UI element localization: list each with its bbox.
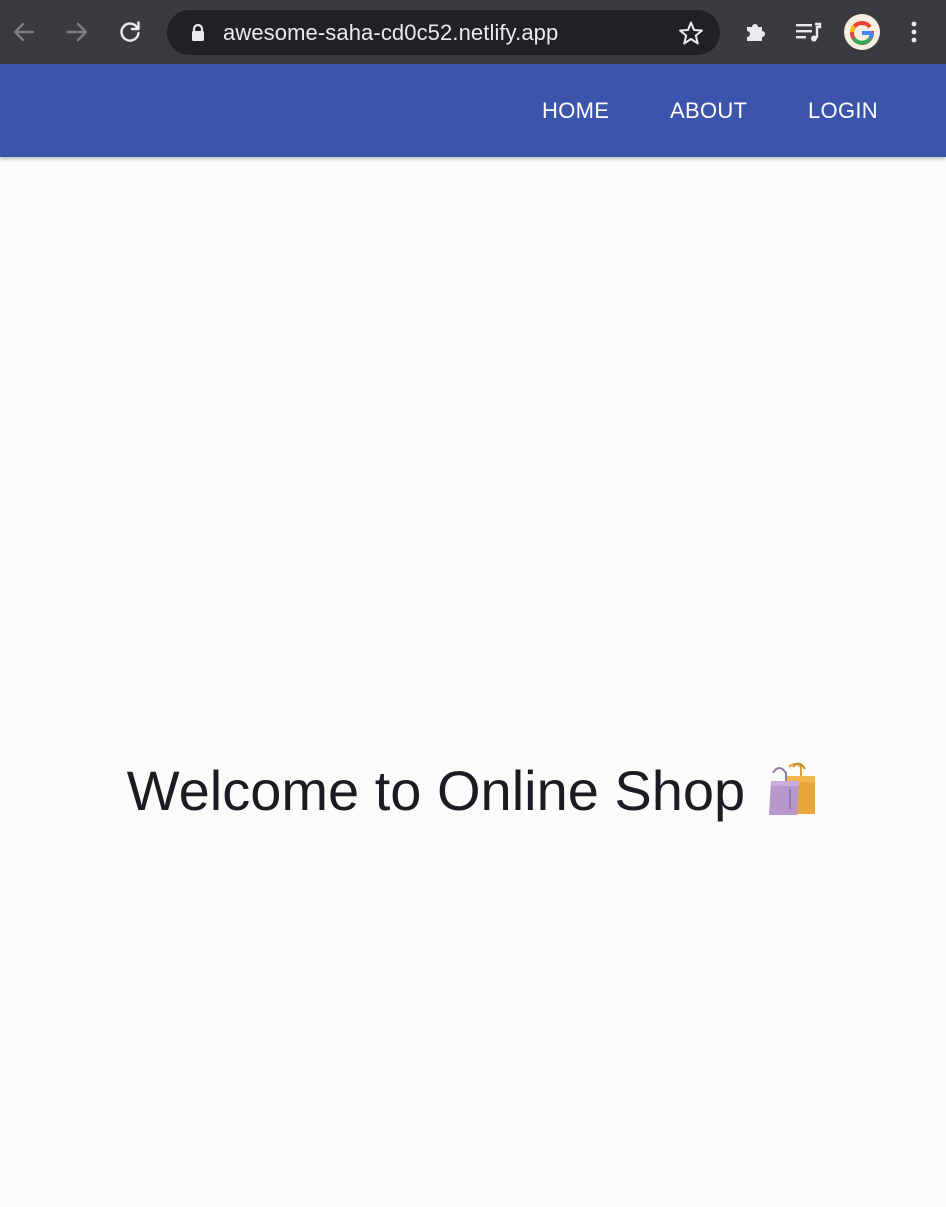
reload-button[interactable] — [112, 14, 148, 50]
welcome-heading: Welcome to Online Shop — [0, 749, 946, 829]
app-bar: HOME ABOUT LOGIN — [0, 64, 946, 157]
extensions-button[interactable] — [738, 14, 774, 50]
forward-button[interactable] — [59, 14, 95, 50]
star-icon[interactable] — [678, 20, 704, 46]
welcome-heading-text: Welcome to Online Shop — [126, 759, 746, 823]
nav-about-link[interactable]: ABOUT — [670, 64, 747, 157]
arrow-right-icon — [66, 22, 88, 42]
nav-login-link[interactable]: LOGIN — [808, 64, 878, 157]
puzzle-icon — [747, 24, 765, 41]
back-button[interactable] — [6, 14, 42, 50]
nav-home-link[interactable]: HOME — [542, 64, 609, 157]
browser-toolbar: awesome-saha-cd0c52.netlify.app — [0, 0, 946, 64]
shopping-bags-icon — [759, 759, 819, 819]
music-queue-icon — [796, 22, 822, 42]
kebab-menu-icon — [911, 21, 917, 43]
lock-icon — [192, 23, 204, 41]
url-text[interactable]: awesome-saha-cd0c52.netlify.app — [223, 10, 558, 55]
google-avatar-icon — [844, 14, 880, 50]
arrow-left-icon — [13, 22, 35, 42]
media-control-button[interactable] — [790, 14, 826, 50]
profile-button[interactable] — [843, 13, 881, 51]
address-bar[interactable]: awesome-saha-cd0c52.netlify.app — [167, 10, 720, 55]
reload-icon — [120, 21, 140, 42]
browser-menu-button[interactable] — [896, 14, 932, 50]
